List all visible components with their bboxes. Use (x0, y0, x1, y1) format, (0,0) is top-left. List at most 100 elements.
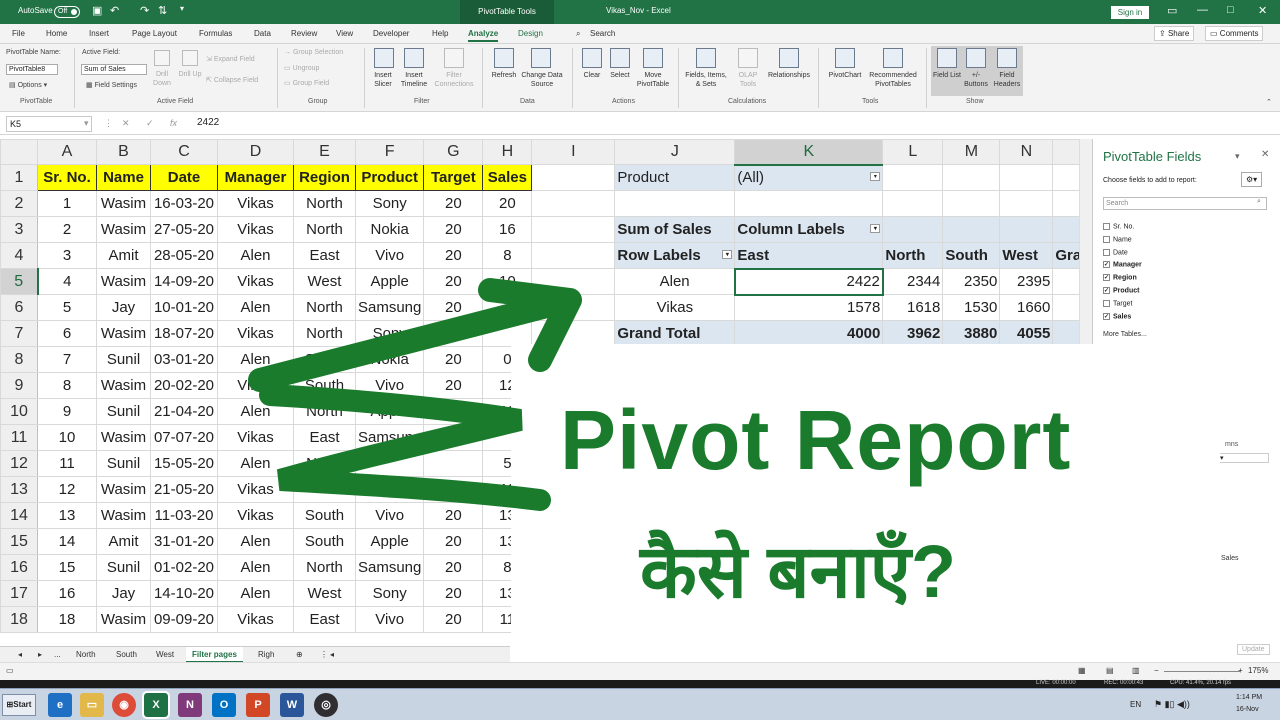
row-header[interactable]: 13 (0, 476, 38, 503)
chrome-icon[interactable]: ◉ (112, 693, 136, 717)
field-item-sales[interactable]: ✓ Sales (1103, 312, 1131, 320)
data-cell[interactable]: South (293, 528, 356, 555)
customize-qat-icon[interactable]: ▾ (180, 4, 184, 13)
data-cell[interactable]: Apple (354, 528, 425, 555)
data-cell[interactable]: 10-01-20 (150, 294, 218, 321)
sign-in-button[interactable]: Sign in (1111, 6, 1149, 19)
pivot-grand-total[interactable]: 3962 (882, 320, 944, 347)
data-cell[interactable]: Wasim (96, 320, 151, 347)
refresh-icon[interactable] (494, 48, 514, 68)
column-header-j[interactable]: J (614, 139, 736, 165)
options-button[interactable]: ▤ Options ▾ (9, 81, 47, 89)
row-header[interactable]: 12 (0, 450, 38, 477)
insert-slicer-icon[interactable] (374, 48, 394, 68)
data-cell[interactable]: West (293, 580, 356, 607)
pivotchart-icon[interactable] (835, 48, 855, 68)
data-cell[interactable]: 15-05-20 (150, 450, 218, 477)
data-cell[interactable]: 8 (37, 372, 97, 399)
pivot-row-label[interactable]: Alen (614, 268, 736, 295)
data-cell[interactable]: 21-05-20 (150, 476, 218, 503)
zoom-in-icon[interactable]: + (1238, 666, 1243, 675)
maximize-icon[interactable]: □ (1227, 4, 1234, 16)
tab-page-layout[interactable]: Page Layout (132, 29, 177, 38)
data-cell[interactable]: 7 (37, 346, 97, 373)
columns-area-dropdown[interactable]: ▾ (1219, 453, 1269, 463)
checkbox-icon[interactable] (1103, 235, 1110, 243)
data-cell[interactable]: 31-01-20 (150, 528, 218, 555)
data-cell[interactable]: Amit (96, 242, 151, 269)
data-cell[interactable]: 16 (482, 216, 533, 243)
name-box[interactable]: K5 (6, 116, 92, 132)
data-cell[interactable]: Jay (96, 294, 151, 321)
tab-help[interactable]: Help (432, 29, 448, 38)
tab-analyze[interactable]: Analyze (468, 29, 499, 42)
tab-view[interactable]: View (336, 29, 353, 38)
pivot-value[interactable]: 1578 (734, 294, 884, 321)
pivot-value[interactable]: 1618 (882, 294, 944, 321)
data-cell[interactable]: Sunil (96, 346, 151, 373)
data-cell[interactable]: 11 (37, 450, 97, 477)
row-header[interactable]: 7 (0, 320, 38, 347)
tab-developer[interactable]: Developer (373, 29, 409, 38)
cancel-icon[interactable]: ✕ (122, 118, 130, 129)
obs-icon[interactable]: ◎ (314, 693, 338, 717)
tab-file[interactable]: File (12, 29, 25, 38)
collapse-field-button[interactable]: ⇱ Collapse Field (206, 76, 258, 84)
table-header-cell[interactable]: Sr. No. (37, 164, 97, 191)
table-header-cell[interactable]: Sales (482, 164, 533, 191)
table-header-cell[interactable]: Manager (217, 164, 294, 191)
drill-up-icon[interactable] (182, 50, 198, 66)
minimize-icon[interactable]: — (1197, 4, 1208, 16)
data-cell[interactable]: 27-05-20 (150, 216, 218, 243)
select-all-corner[interactable] (0, 139, 38, 165)
data-cell[interactable]: 28-05-20 (150, 242, 218, 269)
data-cell[interactable]: 5 (37, 294, 97, 321)
redo-icon[interactable]: ↷ (140, 4, 149, 17)
pivot-grand-total[interactable]: 3880 (942, 320, 1001, 347)
data-cell[interactable]: Vikas (217, 216, 294, 243)
sheet-tab-right[interactable]: Righ (258, 650, 274, 659)
empty-cell[interactable] (882, 216, 944, 243)
data-cell[interactable]: 13 (37, 502, 97, 529)
page-layout-view-icon[interactable]: ▤ (1106, 666, 1114, 675)
data-cell[interactable]: 14-09-20 (150, 268, 218, 295)
zoom-level[interactable]: 175% (1248, 666, 1268, 675)
filter-connections-icon[interactable] (444, 48, 464, 68)
data-cell[interactable]: Alen (217, 528, 294, 555)
pivot-value[interactable]: 2350 (942, 268, 1001, 295)
field-item-date[interactable]: Date (1103, 248, 1128, 256)
data-cell[interactable]: Jay (96, 580, 151, 607)
powerpoint-icon[interactable]: P (246, 693, 270, 717)
field-search-input[interactable]: Search (1103, 197, 1267, 210)
tab-insert[interactable]: Insert (89, 29, 109, 38)
file-explorer-icon[interactable]: ▭ (80, 693, 104, 717)
comments-button[interactable]: ▭ Comments (1205, 26, 1264, 41)
normal-view-icon[interactable]: ▦ (1078, 666, 1086, 675)
data-cell[interactable]: Alen (217, 580, 294, 607)
data-cell[interactable]: Alen (217, 554, 294, 581)
group-field-button[interactable]: ▭ Group Field (284, 79, 329, 87)
sort-icon[interactable]: ⇅ (158, 4, 167, 17)
field-headers-icon[interactable] (997, 48, 1017, 68)
ungroup-button[interactable]: ▭ Ungroup (284, 64, 319, 72)
data-cell[interactable]: 6 (37, 320, 97, 347)
tab-scroll-right-icon[interactable]: ▸ (38, 650, 42, 659)
data-cell[interactable]: Samsung (354, 554, 425, 581)
sheet-options-icon[interactable]: ⋮ (320, 650, 328, 659)
tab-data[interactable]: Data (254, 29, 271, 38)
tab-review[interactable]: Review (291, 29, 317, 38)
row-header[interactable]: 10 (0, 398, 38, 425)
new-sheet-icon[interactable]: ⊕ (296, 650, 303, 659)
empty-cell[interactable] (942, 216, 1001, 243)
row-header[interactable]: 8 (0, 346, 38, 373)
olap-tools-icon[interactable] (738, 48, 758, 68)
pane-options-icon[interactable]: ▾ (1235, 151, 1240, 162)
data-cell[interactable]: 18 (37, 606, 97, 633)
data-cell[interactable]: 2 (37, 216, 97, 243)
row-header[interactable]: 5 (0, 268, 39, 295)
empty-cell[interactable] (614, 190, 736, 217)
outlook-icon[interactable]: O (212, 693, 236, 717)
field-item-target[interactable]: Target (1103, 299, 1132, 307)
row-header[interactable]: 16 (0, 554, 38, 581)
data-cell[interactable]: Wasim (96, 502, 151, 529)
